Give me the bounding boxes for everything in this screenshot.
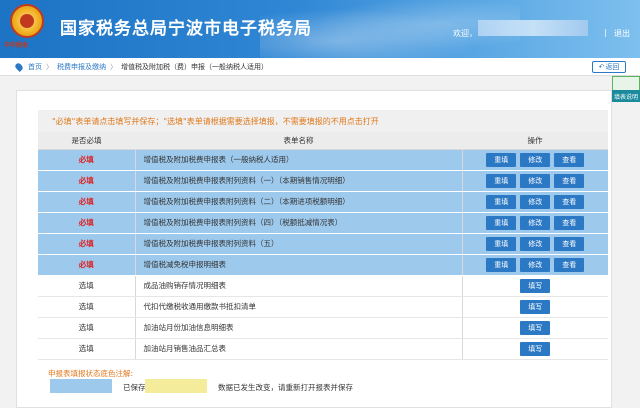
fill-button[interactable]: 填写 [520, 341, 551, 356]
emblem-text: 中华税收 [4, 42, 29, 49]
form-name: 加油站月份加油信息明细表 [134, 317, 463, 339]
table-header-row: 是否必填 表单名称 操作 [38, 132, 608, 150]
operations-cell: 填写 [462, 338, 608, 360]
operations-cell: 重填 修改 查看 [462, 212, 608, 234]
breadcrumb-separator: 〉 [46, 62, 53, 71]
breadcrumb-home[interactable]: 首页 [28, 62, 42, 72]
view-button[interactable]: 查看 [554, 236, 585, 251]
operations-cell: 重填 修改 查看 [462, 254, 608, 276]
operations-cell: 重填 修改 查看 [462, 191, 608, 213]
breadcrumb-current: 增值税及附加税（费）申报（一般纳税人适用） [121, 62, 268, 71]
legend-changed-swatch [145, 379, 207, 393]
operations-cell: 重填 修改 查看 [462, 149, 608, 171]
breadcrumb-separator: 〉 [110, 62, 117, 71]
operations-cell: 重填 修改 查看 [462, 170, 608, 192]
form-name: 增值税及附加税费申报表附列资料（二）（本期进项税额明细） [134, 191, 463, 213]
required-flag: 必填 [38, 254, 135, 276]
refill-button[interactable]: 重填 [486, 215, 517, 230]
edit-button[interactable]: 修改 [520, 152, 551, 167]
form-name: 成品油购销存情况明细表 [134, 275, 463, 297]
back-label: 返回 [605, 63, 620, 71]
back-arrow-icon: ↶ [598, 63, 605, 71]
table-row: 选填 加油站月销售油品汇总表 填写 [38, 338, 608, 360]
form-name: 代扣代缴税收通用缴款书抵扣清单 [134, 296, 463, 318]
breadcrumb: 首页 〉 税费申报及缴纳 〉 增值税及附加税（费）申报（一般纳税人适用） ↶ 返… [0, 58, 640, 76]
edit-button[interactable]: 修改 [520, 236, 551, 251]
view-button[interactable]: 查看 [554, 215, 585, 230]
legend-title: 申报表填报状态底色注解: [48, 369, 134, 378]
required-flag: 必填 [38, 212, 135, 234]
operations-cell: 填写 [462, 296, 608, 318]
tax-emblem-icon [10, 4, 44, 38]
view-button[interactable]: 查看 [554, 194, 585, 209]
refill-button[interactable]: 重填 [486, 257, 517, 272]
side-tab-label[interactable]: 填表说明 [612, 90, 640, 102]
edit-button[interactable]: 修改 [520, 215, 551, 230]
form-name: 增值税及附加税费申报表附列资料（五） [134, 233, 463, 255]
view-button[interactable]: 查看 [554, 257, 585, 272]
form-name: 增值税及附加税费申报表附列资料（一）（本期销售情况明细） [134, 170, 463, 192]
instruction-notice: "必填"表单请点击填写并保存；"选填"表单请根据需要选择填报，不需要填报的不用点… [38, 110, 608, 132]
username-redacted [478, 20, 588, 36]
required-flag: 选填 [38, 338, 135, 360]
logout-link[interactable]: 退出 [614, 28, 630, 39]
table-row: 必填 增值税及附加税费申报表附列资料（五） 重填 修改 查看 [38, 233, 608, 255]
operations-cell: 重填 修改 查看 [462, 233, 608, 255]
breadcrumb-section[interactable]: 税费申报及缴纳 [57, 62, 106, 72]
form-name: 加油站月销售油品汇总表 [134, 338, 463, 360]
table-row: 必填 增值税及附加税费申报表附列资料（一）（本期销售情况明细） 重填 修改 查看 [38, 170, 608, 192]
required-flag: 必填 [38, 191, 135, 213]
required-flag: 选填 [38, 296, 135, 318]
back-button[interactable]: ↶ 返回 [592, 61, 626, 73]
legend-saved-swatch [50, 379, 112, 393]
table-row: 必填 增值税及附加税费申报表（一般纳税人适用） 重填 修改 查看 [38, 149, 608, 171]
table-row: 必填 增值税及附加税费申报表附列资料（二）（本期进项税额明细） 重填 修改 查看 [38, 191, 608, 213]
required-flag: 选填 [38, 317, 135, 339]
welcome-text: 欢迎， [453, 29, 477, 38]
operations-cell: 填写 [462, 317, 608, 339]
site-title: 国家税务总局宁波市电子税务局 [60, 19, 312, 39]
fill-button[interactable]: 填写 [520, 278, 551, 293]
form-name: 增值税减免税申报明细表 [134, 254, 463, 276]
table-row: 必填 增值税减免税申报明细表 重填 修改 查看 [38, 254, 608, 276]
table-row: 必填 增值税及附加税费申报表附列资料（四）（税额抵减情况表） 重填 修改 查看 [38, 212, 608, 234]
edit-button[interactable]: 修改 [520, 257, 551, 272]
refill-button[interactable]: 重填 [486, 152, 517, 167]
required-flag: 必填 [38, 233, 135, 255]
refill-button[interactable]: 重填 [486, 236, 517, 251]
operations-cell: 填写 [462, 275, 608, 297]
site-header: 中华税收 国家税务总局宁波市电子税务局 欢迎， | 退出 [0, 0, 640, 58]
table-row: 选填 加油站月份加油信息明细表 填写 [38, 317, 608, 339]
required-flag: 选填 [38, 275, 135, 297]
form-name: 增值税及附加税费申报表（一般纳税人适用） [134, 149, 463, 171]
column-header-required: 是否必填 [38, 132, 135, 150]
report-forms-table: 是否必填 表单名称 操作 必填 增值税及附加税费申报表（一般纳税人适用） 重填 修改查… [38, 132, 608, 360]
location-pin-icon [14, 61, 24, 72]
column-header-form-name: 表单名称 [135, 132, 462, 150]
header-separator: | [604, 28, 607, 37]
refill-button[interactable]: 重填 [486, 173, 517, 188]
form-name: 增值税及附加税费申报表附列资料（四）（税额抵减情况表） [134, 212, 463, 234]
refill-button[interactable]: 重填 [486, 194, 517, 209]
fill-button[interactable]: 填写 [520, 320, 551, 335]
legend-changed-label: 数据已发生改变，请重新打开报表并保存 [218, 383, 353, 392]
required-flag: 必填 [38, 149, 135, 171]
column-header-operations: 操作 [462, 132, 608, 150]
legend-saved-label: 已保存 [123, 383, 146, 392]
table-row: 选填 成品油购销存情况明细表 填写 [38, 275, 608, 297]
edit-button[interactable]: 修改 [520, 194, 551, 209]
required-flag: 必填 [38, 170, 135, 192]
fill-button[interactable]: 填写 [520, 299, 551, 314]
view-button[interactable]: 查看 [554, 173, 585, 188]
table-row: 选填 代扣代缴税收通用缴款书抵扣清单 填写 [38, 296, 608, 318]
edit-button[interactable]: 修改 [520, 173, 551, 188]
view-button[interactable]: 查看 [554, 152, 585, 167]
